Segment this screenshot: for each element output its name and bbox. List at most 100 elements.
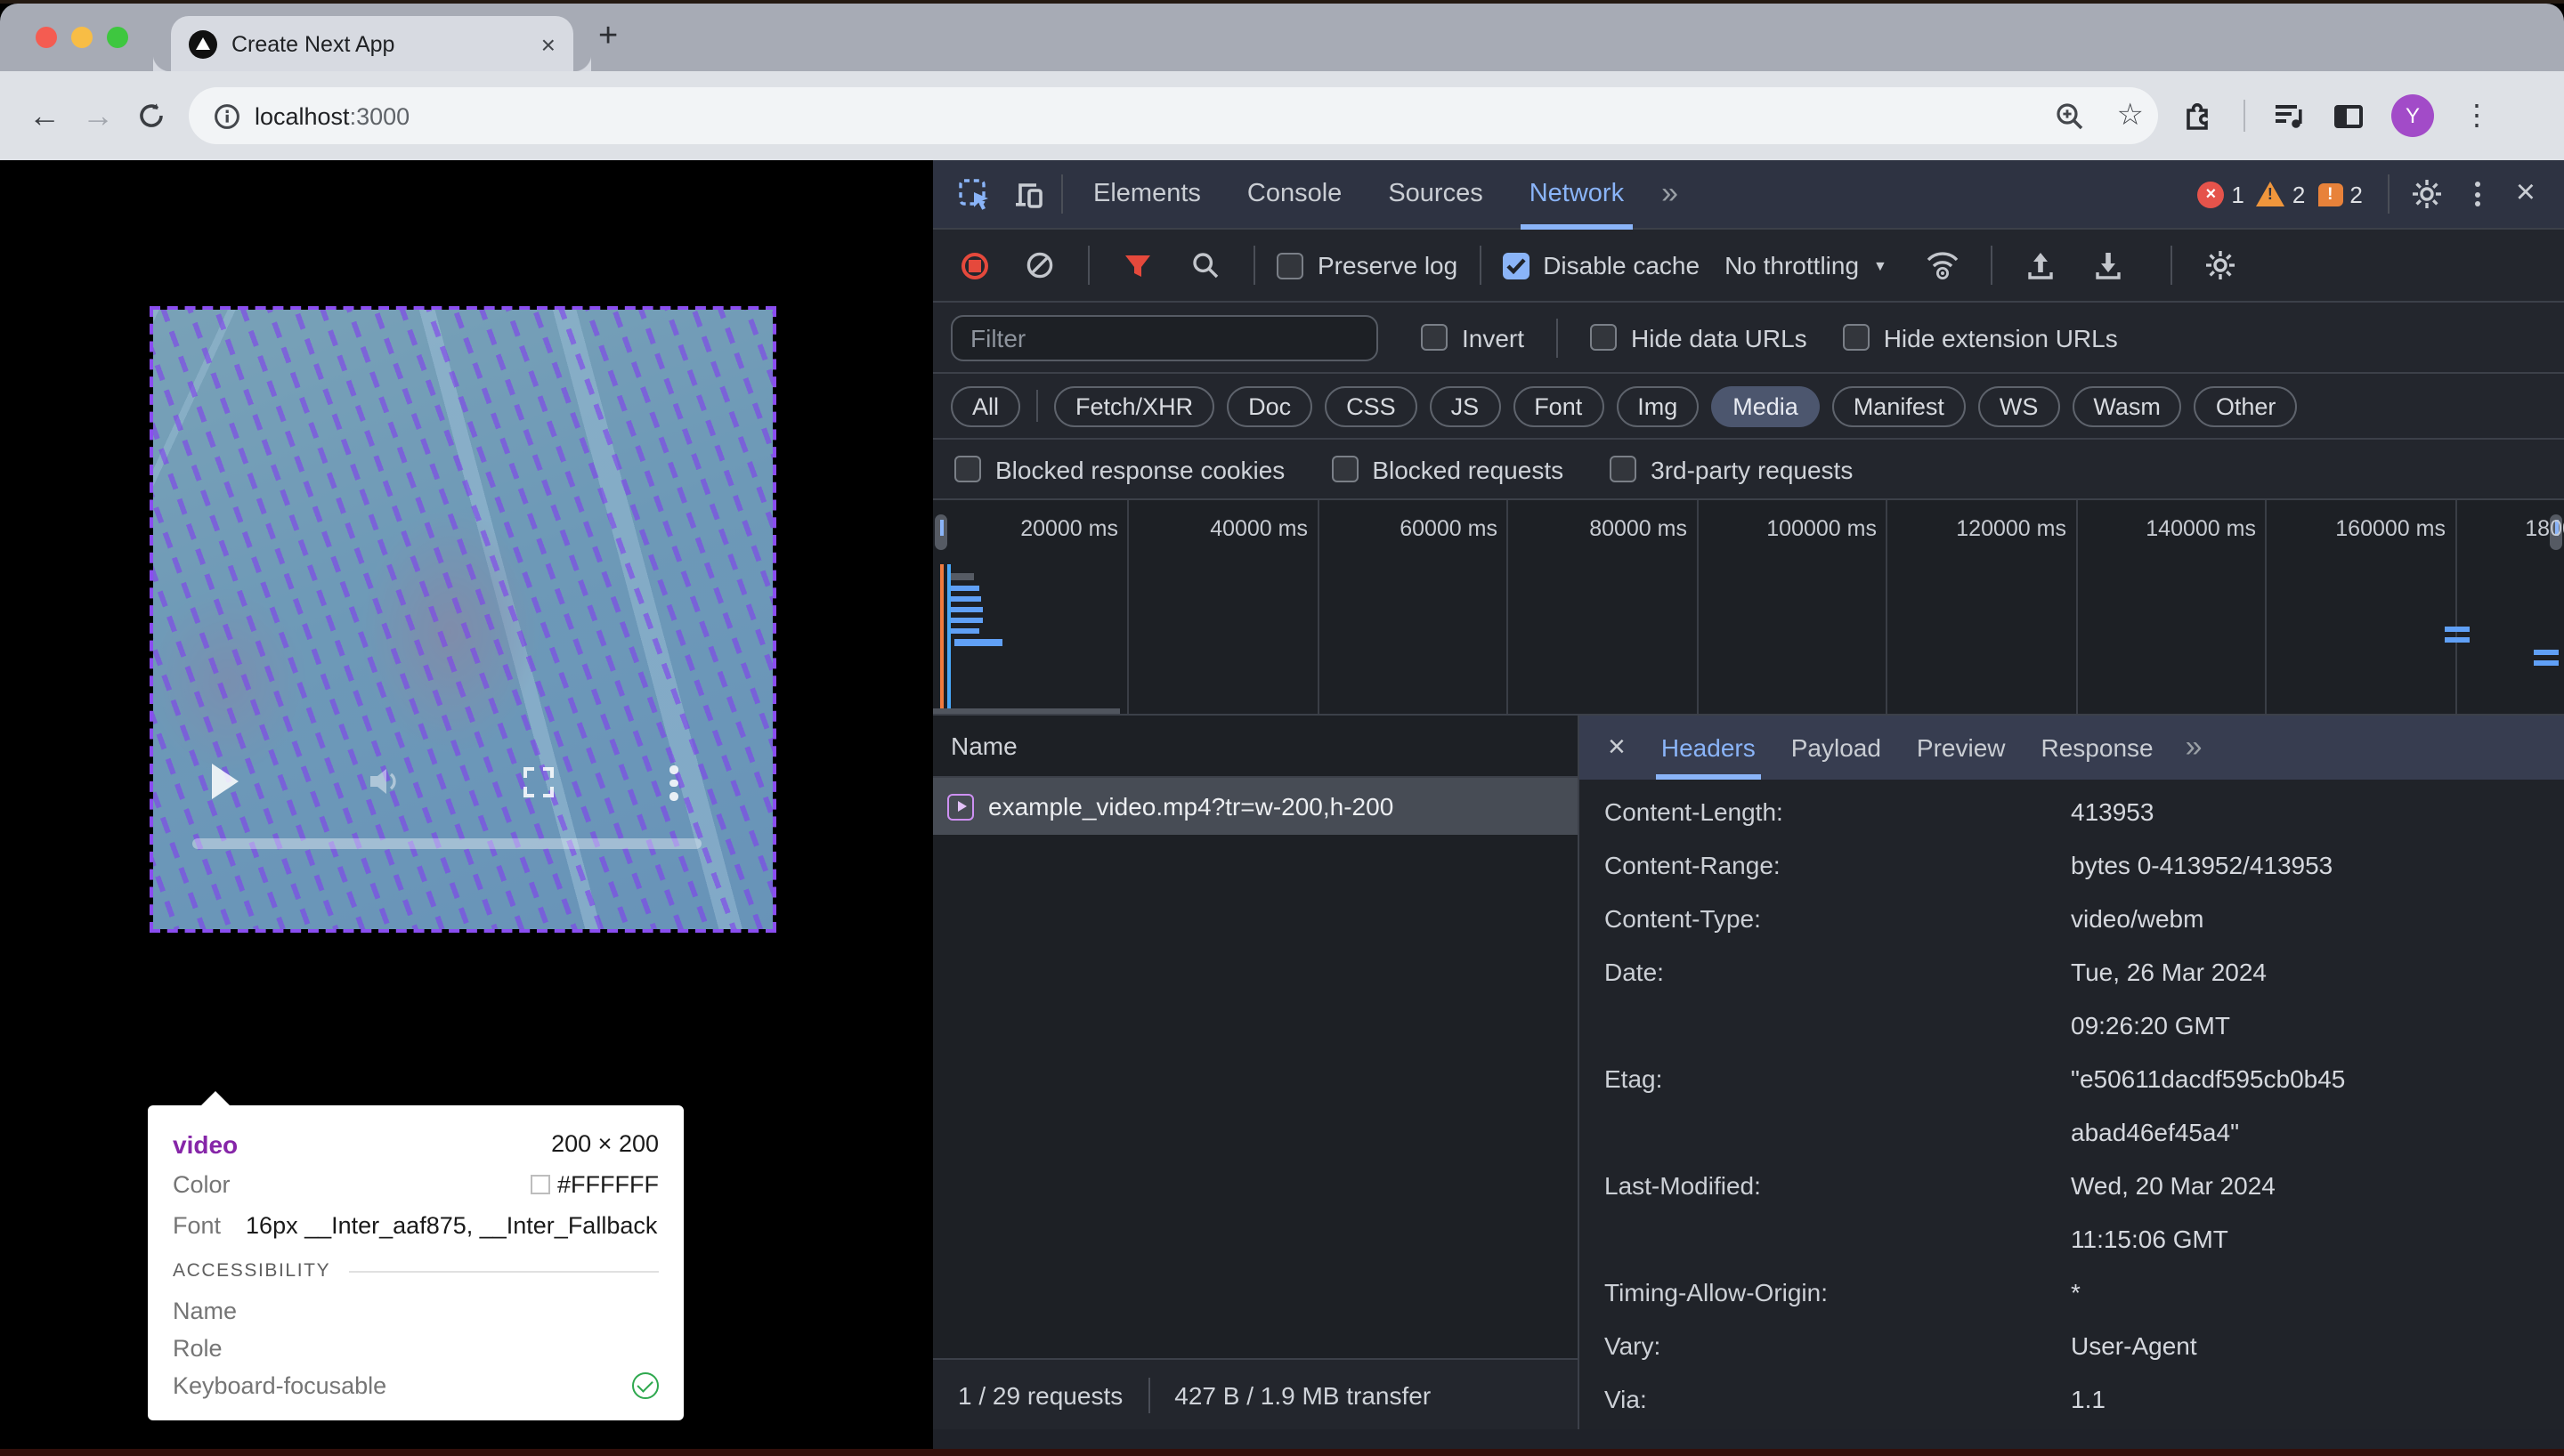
chip-fetch-xhr[interactable]: Fetch/XHR — [1054, 385, 1215, 426]
address-bar[interactable]: localhost:3000 ☆ — [189, 87, 2158, 144]
clear-network-log-icon[interactable] — [1013, 251, 1067, 279]
more-details-tabs-icon[interactable]: » — [2171, 730, 2217, 765]
name-column-header[interactable]: Name — [933, 716, 1578, 778]
timeline-tick-label: 100000 ms — [1766, 516, 1877, 541]
browser-tab[interactable]: Create Next App × — [171, 16, 591, 71]
media-controls-icon[interactable] — [2274, 101, 2306, 130]
fullscreen-icon[interactable] — [523, 767, 554, 797]
play-button-icon[interactable] — [212, 764, 239, 799]
tab-close-icon[interactable]: × — [541, 31, 556, 56]
reload-button[interactable] — [125, 101, 178, 130]
export-har-icon[interactable] — [2081, 250, 2135, 280]
checkbox-unchecked[interactable] — [954, 456, 981, 482]
device-toolbar-icon[interactable] — [1001, 179, 1054, 209]
overview-scrollbar[interactable] — [933, 708, 1120, 714]
chip-all[interactable]: All — [951, 385, 1021, 426]
toolbar-divider — [2244, 100, 2245, 132]
invert-checkbox[interactable]: Invert — [1421, 323, 1524, 352]
tab-network[interactable]: Network — [1506, 159, 1647, 229]
devtools-menu-icon[interactable] — [2457, 182, 2498, 206]
console-errors-badge[interactable]: × 1 — [2197, 181, 2244, 207]
checkbox-unchecked[interactable] — [1421, 324, 1448, 351]
new-tab-button[interactable]: + — [598, 18, 618, 57]
blocked-response-cookies-checkbox[interactable]: Blocked response cookies — [954, 455, 1285, 483]
side-panel-icon[interactable] — [2334, 104, 2363, 127]
request-name: example_video.mp4?tr=w-200,h-200 — [988, 792, 1394, 821]
network-settings-icon[interactable] — [2194, 249, 2247, 281]
mac-close-button[interactable] — [36, 27, 57, 48]
hide-data-urls-checkbox[interactable]: Hide data URLs — [1590, 323, 1807, 352]
disable-cache-checkbox[interactable]: Disable cache — [1502, 251, 1700, 279]
zoom-page-icon[interactable] — [2055, 101, 2085, 131]
back-button[interactable]: ← — [18, 97, 71, 134]
video-progress-bar[interactable] — [192, 838, 702, 849]
hide-extension-urls-checkbox[interactable]: Hide extension URLs — [1842, 323, 2118, 352]
checkbox-unchecked[interactable] — [1610, 456, 1637, 482]
mac-zoom-button[interactable] — [107, 27, 128, 48]
preserve-log-checkbox[interactable]: Preserve log — [1277, 251, 1457, 279]
request-row[interactable]: example_video.mp4?tr=w-200,h-200 — [933, 778, 1578, 835]
tab-elements[interactable]: Elements — [1070, 159, 1224, 229]
close-details-icon[interactable]: × — [1590, 730, 1643, 765]
more-panels-icon[interactable]: » — [1647, 176, 1692, 212]
chip-font[interactable]: Font — [1513, 385, 1604, 426]
checkbox-unchecked[interactable] — [1842, 324, 1870, 351]
issues-badge[interactable]: ! 2 — [2317, 181, 2363, 207]
details-tab-payload[interactable]: Payload — [1773, 716, 1899, 780]
mac-minimize-button[interactable] — [71, 27, 93, 48]
chrome-menu-icon[interactable]: ⋮ — [2463, 98, 2491, 133]
details-tab-response[interactable]: Response — [2024, 716, 2171, 780]
divider — [1148, 1377, 1150, 1412]
tab-console[interactable]: Console — [1224, 159, 1365, 229]
checkbox-checked[interactable] — [1502, 252, 1529, 279]
profile-avatar[interactable]: Y — [2391, 94, 2434, 137]
site-info-icon[interactable] — [214, 102, 240, 129]
network-search-icon[interactable] — [1179, 251, 1232, 279]
checkbox-unchecked[interactable] — [1590, 324, 1618, 351]
url-port: :3000 — [349, 102, 410, 129]
overview-left-handle[interactable] — [935, 514, 947, 550]
video-element[interactable] — [150, 306, 776, 933]
header-key: Etag: — [1604, 1064, 1663, 1093]
header-value: 1.1 — [2071, 1385, 2106, 1413]
chip-doc[interactable]: Doc — [1227, 385, 1313, 426]
throttling-dropdown[interactable]: No throttling ▼ — [1724, 251, 1887, 279]
filter-funnel-icon[interactable] — [1111, 252, 1164, 279]
header-key: Timing-Allow-Origin: — [1604, 1278, 1829, 1306]
tab-sources[interactable]: Sources — [1365, 159, 1505, 229]
import-har-icon[interactable] — [2014, 250, 2067, 280]
header-value: User-Agent — [2071, 1331, 2197, 1360]
timeline-tick-label: 120000 ms — [1956, 516, 2066, 541]
filter-input[interactable] — [951, 314, 1378, 360]
details-tab-headers[interactable]: Headers — [1643, 716, 1773, 780]
blocked-requests-checkbox[interactable]: Blocked requests — [1331, 455, 1563, 483]
divider — [1088, 246, 1090, 285]
chip-manifest[interactable]: Manifest — [1831, 385, 1966, 426]
devtools-settings-icon[interactable] — [2400, 178, 2454, 210]
chip-media[interactable]: Media — [1711, 385, 1820, 426]
timeline-gridline — [1317, 500, 1319, 714]
checkbox-unchecked[interactable] — [1331, 456, 1359, 482]
chip-other[interactable]: Other — [2194, 385, 2298, 426]
network-conditions-icon[interactable] — [1916, 251, 1969, 279]
chip-wasm[interactable]: Wasm — [2072, 385, 2182, 426]
record-network-log-icon[interactable] — [961, 252, 988, 279]
bookmark-star-icon[interactable]: ☆ — [2117, 98, 2145, 133]
timeline-overview[interactable]: 20000 ms 40000 ms 60000 ms 80000 ms 100000 m… — [933, 500, 2564, 716]
volume-icon[interactable] — [367, 765, 402, 797]
details-tab-preview[interactable]: Preview — [1899, 716, 2024, 780]
chip-js[interactable]: JS — [1429, 385, 1501, 426]
page-viewport: video 200 × 200 Color #FFFFFF Font 16px … — [0, 160, 933, 1449]
third-party-requests-checkbox[interactable]: 3rd-party requests — [1610, 455, 1853, 483]
chip-css[interactable]: CSS — [1325, 385, 1417, 426]
console-warnings-badge[interactable]: 2 — [2256, 181, 2305, 207]
video-menu-icon[interactable] — [669, 760, 678, 805]
checkbox-unchecked[interactable] — [1277, 252, 1303, 279]
inspect-element-icon[interactable] — [947, 177, 1001, 211]
chip-ws[interactable]: WS — [1977, 385, 2060, 426]
devtools-close-icon[interactable]: × — [2502, 174, 2550, 214]
chip-img[interactable]: Img — [1616, 385, 1700, 426]
header-key: Date: — [1604, 958, 1664, 986]
extensions-puzzle-icon[interactable] — [2183, 100, 2215, 132]
header-key: Content-Range: — [1604, 851, 1781, 879]
